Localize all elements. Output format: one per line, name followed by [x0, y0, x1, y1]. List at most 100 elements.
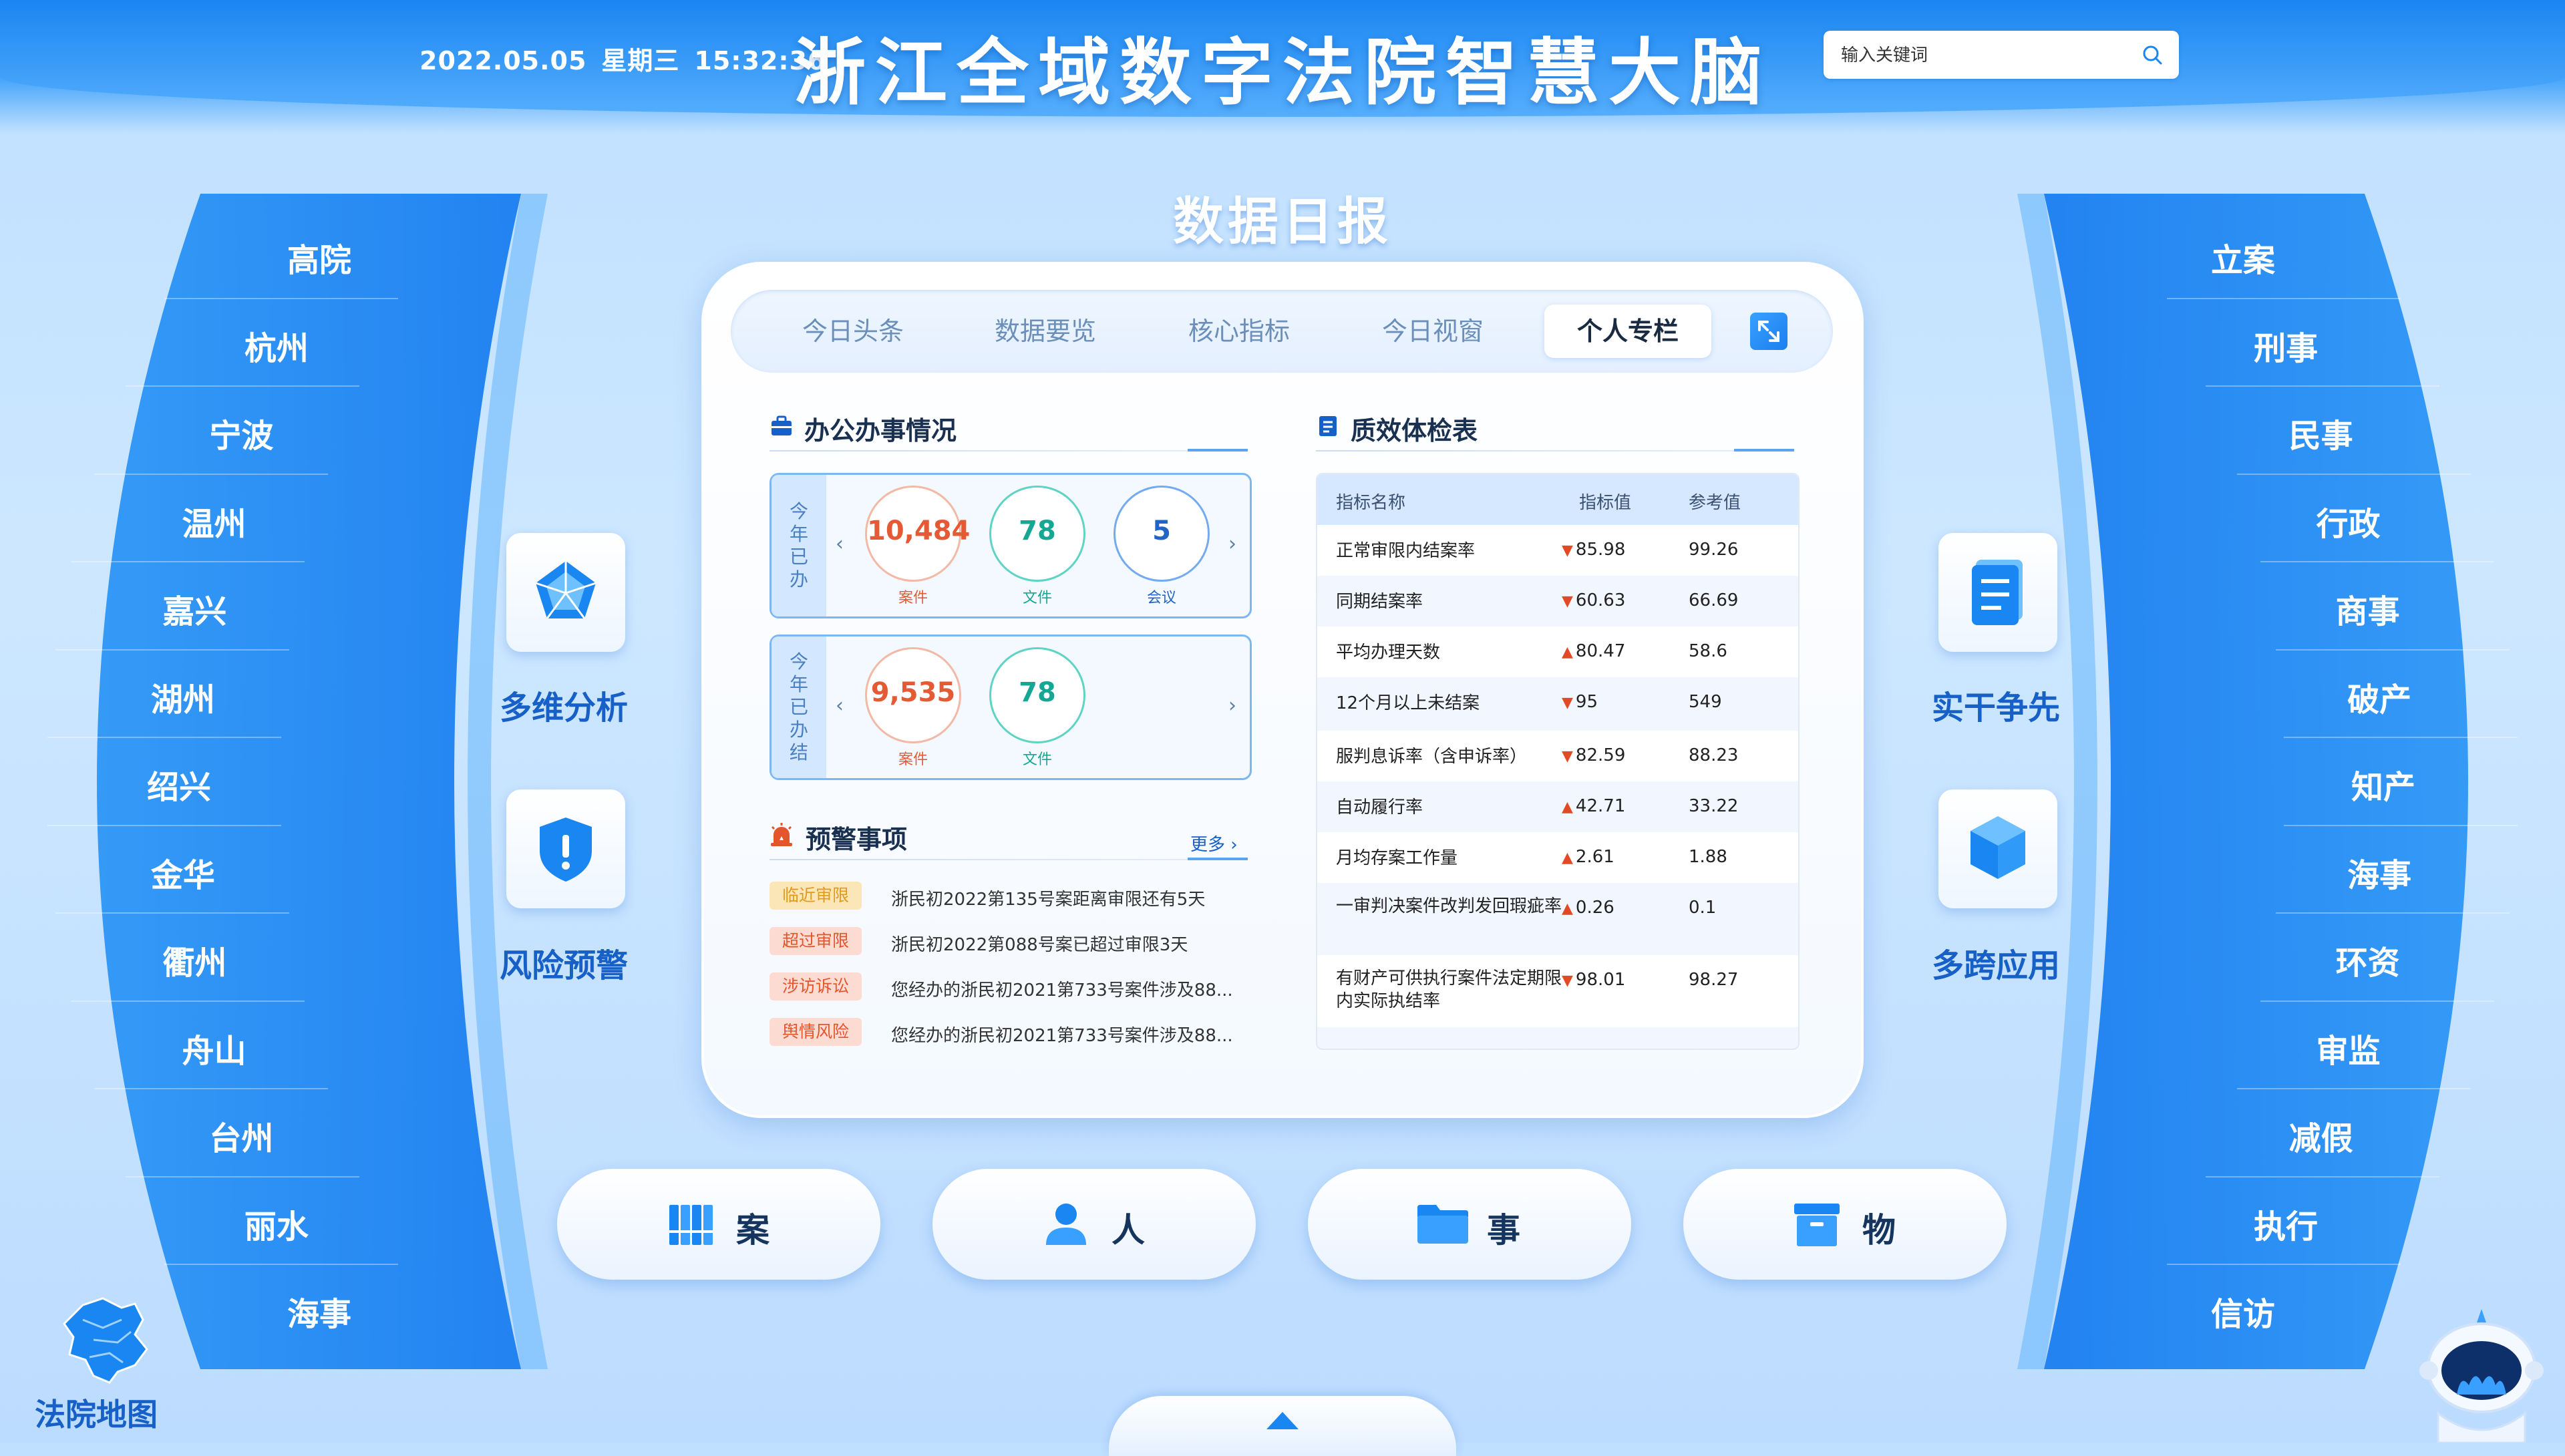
- document-list-icon: [1972, 560, 2023, 625]
- person-button[interactable]: 人: [932, 1169, 1256, 1280]
- right-nav-item[interactable]: 知产: [2351, 761, 2415, 807]
- warning-tag: 涉访诉讼: [770, 972, 862, 1000]
- right-nav-divider: [2275, 912, 2510, 914]
- reference-value: 1.88: [1689, 847, 1727, 867]
- warning-text[interactable]: 浙民初2022第135号案距离审限还有5天: [891, 886, 1252, 910]
- matter-button[interactable]: 事: [1308, 1169, 1631, 1280]
- search-input[interactable]: [1840, 40, 2123, 71]
- left-nav-item[interactable]: 丽水: [244, 1200, 309, 1247]
- briefcase-icon: [772, 415, 792, 435]
- indicator-value-text: 2.61: [1575, 847, 1614, 867]
- next-chevron-icon[interactable]: ›: [1228, 694, 1236, 717]
- office-box-closed: 今年已办结 ‹ 9,535 案件 78 文件 ›: [770, 634, 1252, 780]
- tab-data-overview[interactable]: 数据要览: [962, 305, 1129, 358]
- right-nav-item[interactable]: 审监: [2317, 1025, 2381, 1071]
- right-nav-item[interactable]: 立案: [2211, 234, 2275, 281]
- indicator-value: ▼ 95: [1562, 692, 1598, 712]
- tab-today-view[interactable]: 今日视窗: [1349, 305, 1516, 358]
- warning-text[interactable]: 您经办的浙民初2021第733号案件涉及88...: [891, 1022, 1252, 1047]
- matter-label: 事: [1487, 1211, 1520, 1250]
- right-nav-divider: [2166, 297, 2401, 299]
- quality-table: 指标名称 指标值 参考值 正常审限内结案率 ▼ 85.98 99.26 同期结案率 ▼ 60…: [1316, 473, 1800, 1050]
- expand-button[interactable]: [1750, 313, 1787, 350]
- practical-excellence-label[interactable]: 实干争先: [1932, 681, 2060, 728]
- tab-headlines[interactable]: 今日头条: [770, 305, 936, 358]
- warning-tag: 舆情风险: [770, 1018, 862, 1046]
- multi-analysis-button[interactable]: [506, 533, 625, 652]
- left-nav-divider: [126, 1175, 360, 1177]
- prev-chevron-icon[interactable]: ‹: [836, 532, 844, 556]
- search-icon[interactable]: [2140, 43, 2164, 67]
- right-nav-item[interactable]: 刑事: [2254, 322, 2318, 369]
- right-nav-item[interactable]: 破产: [2347, 673, 2411, 720]
- office-box-label: 今年已办: [772, 475, 826, 616]
- next-chevron-icon[interactable]: ›: [1228, 532, 1236, 556]
- risk-warning-label[interactable]: 风险预警: [500, 939, 628, 986]
- right-nav-divider: [2283, 737, 2518, 739]
- case-button[interactable]: 案: [557, 1169, 880, 1280]
- right-nav-item[interactable]: 环资: [2336, 936, 2400, 983]
- right-nav-item[interactable]: 海事: [2347, 849, 2411, 896]
- cross-application-label[interactable]: 多跨应用: [1932, 939, 2060, 986]
- office-title: 办公办事情况: [804, 416, 957, 445]
- right-nav-item[interactable]: 民事: [2289, 409, 2353, 456]
- right-nav-item[interactable]: 减假: [2289, 1112, 2353, 1159]
- left-nav-item[interactable]: 湖州: [151, 673, 215, 720]
- table-row: 平均办理天数 ▲ 80.47 58.6: [1317, 626, 1798, 677]
- zhejiang-map-icon[interactable]: [56, 1293, 156, 1387]
- object-button[interactable]: 物: [1683, 1169, 2007, 1280]
- arrow-up-icon: ▲: [1562, 799, 1573, 815]
- stat-circle-meetings: 5: [1114, 486, 1210, 582]
- tab-personal-column[interactable]: 个人专栏: [1544, 305, 1711, 358]
- left-nav-item[interactable]: 嘉兴: [162, 585, 226, 632]
- arrow-down-icon: ▼: [1562, 695, 1573, 711]
- warnings-divider: [770, 859, 1248, 860]
- court-map-label[interactable]: 法院地图: [35, 1391, 158, 1435]
- reference-value: 0.1: [1689, 898, 1717, 918]
- left-nav-item[interactable]: 温州: [182, 498, 246, 544]
- robot-mascot-icon[interactable]: [2418, 1306, 2545, 1443]
- arrow-up-icon: ▲: [1562, 900, 1573, 917]
- right-nav-arc: [2017, 194, 2468, 1369]
- shield-alert-icon: [540, 817, 592, 882]
- warning-text[interactable]: 您经办的浙民初2021第733号案件涉及88...: [891, 976, 1252, 1001]
- person-icon: [1046, 1204, 1086, 1245]
- prev-chevron-icon[interactable]: ‹: [836, 694, 844, 717]
- table-row: 服判息诉率（含申诉率） ▼ 82.59 88.23: [1317, 731, 1798, 781]
- cross-application-button[interactable]: [1938, 789, 2057, 908]
- left-nav-item[interactable]: 衢州: [162, 936, 226, 983]
- left-nav-item[interactable]: 海事: [287, 1288, 351, 1334]
- tab-core-indicators[interactable]: 核心指标: [1156, 305, 1323, 358]
- indicator-value-text: 0.26: [1575, 898, 1614, 918]
- table-row: 12个月以上未结案 ▼ 95 549: [1317, 677, 1798, 731]
- indicator-name: 服判息诉率（含申诉率）: [1336, 747, 1528, 767]
- bottom-drawer-toggle[interactable]: [1109, 1396, 1456, 1456]
- left-nav-item[interactable]: 绍兴: [147, 761, 211, 807]
- right-nav-item[interactable]: 行政: [2317, 498, 2381, 544]
- office-divider: [770, 450, 1248, 451]
- right-nav-divider: [2283, 824, 2518, 826]
- practical-excellence-button[interactable]: [1938, 533, 2057, 652]
- right-nav-item[interactable]: 信访: [2211, 1288, 2275, 1334]
- left-nav-item[interactable]: 台州: [209, 1112, 273, 1159]
- right-nav-item[interactable]: 执行: [2254, 1200, 2318, 1247]
- left-nav-item[interactable]: 杭州: [244, 322, 309, 369]
- multi-analysis-label[interactable]: 多维分析: [500, 681, 628, 728]
- arrow-up-icon: ▲: [1562, 850, 1573, 866]
- stat-circle-cases: 10,484: [865, 486, 970, 582]
- alarm-icon: [771, 823, 792, 846]
- left-nav-item[interactable]: 高院: [287, 234, 351, 281]
- pentagon-radar-icon: [535, 561, 596, 619]
- left-nav-item[interactable]: 宁波: [209, 409, 273, 456]
- right-nav-item[interactable]: 商事: [2336, 585, 2400, 632]
- indicator-value: ▼ 82.59: [1562, 745, 1625, 765]
- left-nav-item[interactable]: 金华: [151, 849, 215, 896]
- left-nav-divider: [164, 297, 399, 299]
- warning-tag: 临近审限: [770, 882, 862, 910]
- warning-text[interactable]: 浙民初2022第088号案已超过审限3天: [891, 931, 1252, 956]
- left-nav-item[interactable]: 舟山: [182, 1025, 246, 1071]
- box-icon: [1794, 1204, 1840, 1246]
- more-link[interactable]: 更多 ›: [1190, 831, 1238, 856]
- right-nav-divider: [2205, 385, 2439, 387]
- risk-warning-button[interactable]: [506, 789, 625, 908]
